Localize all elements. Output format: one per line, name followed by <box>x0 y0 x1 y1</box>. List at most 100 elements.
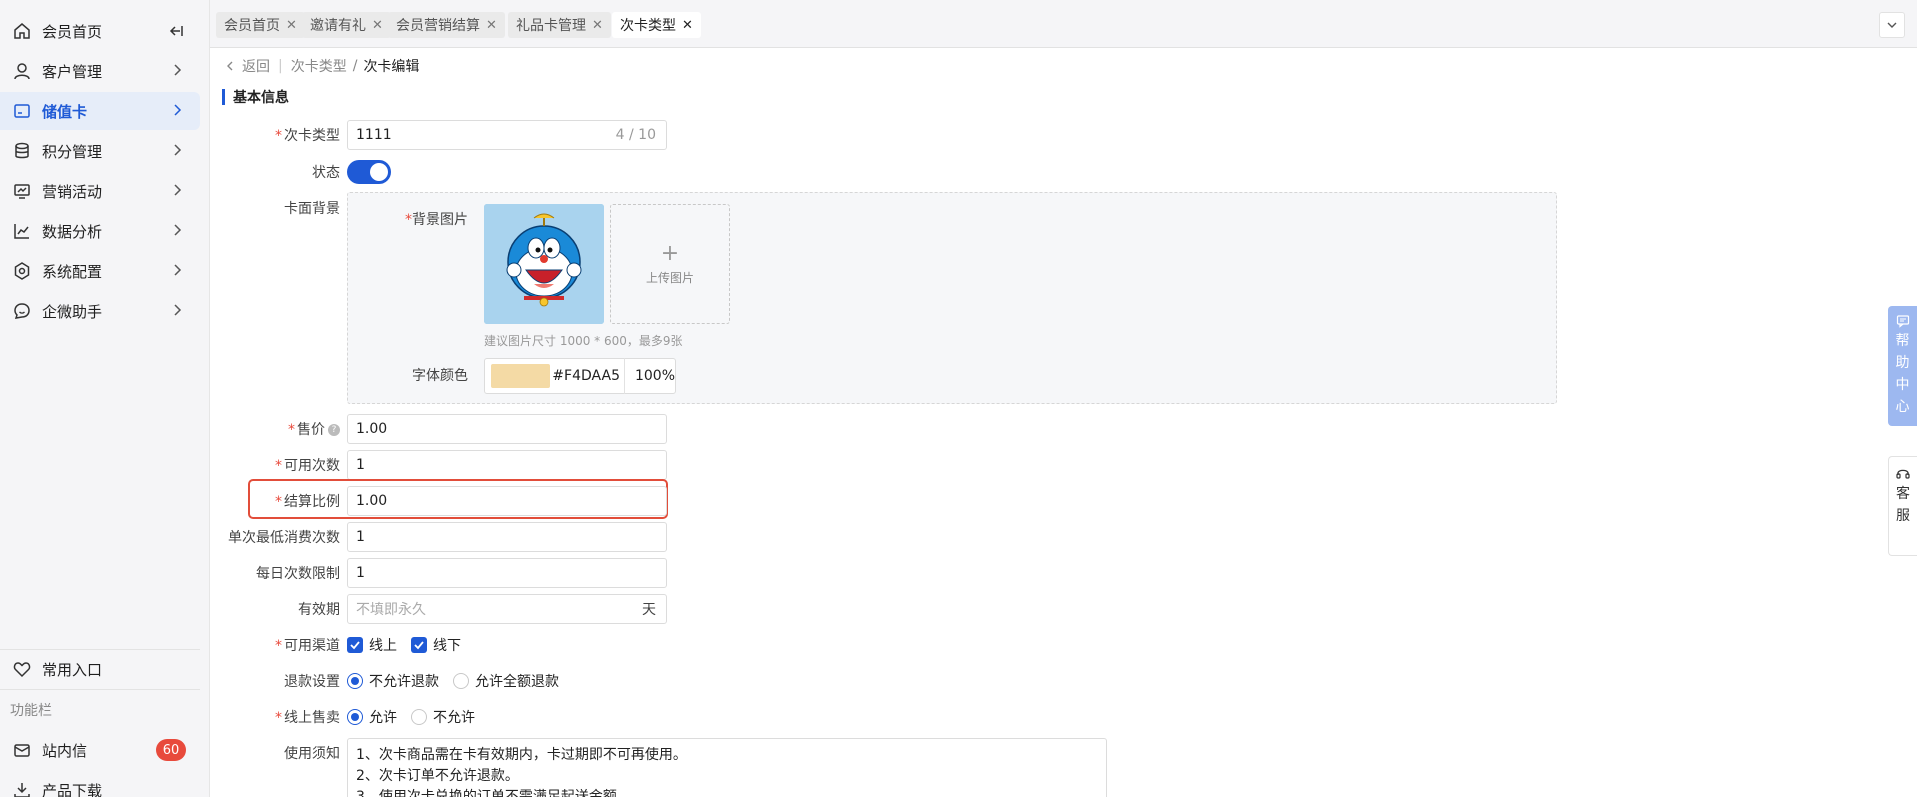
color-swatch[interactable] <box>491 364 551 388</box>
channel-online-checkbox[interactable]: 线上 <box>347 635 397 655</box>
online-sale-disallow-radio[interactable]: 不允许 <box>411 707 475 727</box>
inbox-badge: 60 <box>156 739 186 761</box>
tab-member-home[interactable]: 会员首页 ✕ <box>216 12 305 38</box>
sidebar-item-label: 站内信 <box>42 741 88 760</box>
settle-ratio-value: 1.00 <box>356 493 388 509</box>
close-icon[interactable]: ✕ <box>592 18 603 33</box>
min-uses-value: 1 <box>356 529 365 545</box>
sidebar-item-customers[interactable]: 客户管理 <box>0 52 200 90</box>
tab-label: 礼品卡管理 <box>516 18 586 34</box>
chat-icon <box>12 301 32 321</box>
online-sale-allow-radio[interactable]: 允许 <box>347 707 397 727</box>
sidebar-item-favorites[interactable]: 常用入口 <box>0 650 200 688</box>
card-type-input[interactable]: 1111 4 / 10 <box>347 120 667 150</box>
sidebar-item-marketing[interactable]: 营销活动 <box>0 172 200 210</box>
checkbox-checked-icon <box>411 637 427 653</box>
back-link[interactable]: 返回 <box>242 56 270 76</box>
tab-member-settlement[interactable]: 会员营销结算 ✕ <box>388 12 505 38</box>
validity-input[interactable]: 不填即永久 天 <box>347 594 667 624</box>
home-icon <box>12 21 32 41</box>
notes-label: 使用须知 <box>284 746 340 762</box>
message-icon <box>1896 315 1909 328</box>
close-icon[interactable]: ✕ <box>372 18 383 33</box>
settle-ratio-input[interactable]: 1.00 <box>347 486 667 516</box>
card-bg-panel: *背景图片 + 上传图片 建议图片尺寸 1000 * 600，最多9张 字体颜色… <box>347 192 1557 404</box>
collapse-sidebar-icon[interactable] <box>168 23 184 39</box>
section-label: 功能栏 <box>10 703 52 719</box>
notes-line: 3、使用次卡兑换的订单不需满足起送金额。 <box>356 789 631 797</box>
breadcrumb-parent[interactable]: 次卡类型 <box>291 56 347 76</box>
sidebar-item-label: 积分管理 <box>42 142 103 161</box>
notes-line: 2、次卡订单不允许退款。 <box>356 768 519 784</box>
headset-icon <box>1896 469 1910 479</box>
upload-image-button[interactable]: + 上传图片 <box>610 204 730 324</box>
breadcrumb: 返回 | 次卡类型 / 次卡编辑 <box>224 54 419 78</box>
close-icon[interactable]: ✕ <box>286 18 297 33</box>
tab-label: 次卡类型 <box>620 18 676 34</box>
section-title-text: 基本信息 <box>233 90 289 106</box>
daily-limit-input[interactable]: 1 <box>347 558 667 588</box>
daily-limit-label: 每日次数限制 <box>256 566 340 582</box>
card-type-value: 1111 <box>356 127 392 143</box>
channels-label: * 可用渠道 <box>275 638 340 654</box>
image-size-hint: 建议图片尺寸 1000 * 600，最多9张 <box>484 334 683 348</box>
sidebar-item-label: 常用入口 <box>42 660 103 679</box>
daily-limit-value: 1 <box>356 565 365 581</box>
chevron-down-icon <box>1887 22 1897 28</box>
tab-invite[interactable]: 邀请有礼 ✕ <box>302 12 391 38</box>
price-input[interactable]: 1.00 <box>347 414 667 444</box>
mail-icon <box>12 740 32 760</box>
sidebar: 会员首页 客户管理 储值卡 积分管理 营销活动 数据分析 系统配置 企微助手 常… <box>0 0 210 797</box>
sidebar-item-wecom[interactable]: 企微助手 <box>0 292 200 330</box>
main-content: 返回 | 次卡类型 / 次卡编辑 基本信息 * 次卡类型 1111 4 / 10 … <box>210 48 1917 797</box>
breadcrumb-divider: | <box>278 58 283 74</box>
uses-value: 1 <box>356 457 365 473</box>
validity-suffix: 天 <box>642 602 656 618</box>
sidebar-item-settings[interactable]: 系统配置 <box>0 252 200 290</box>
sidebar-item-label: 企微助手 <box>42 302 103 321</box>
help-center-button[interactable]: 帮 助 中 心 <box>1888 306 1917 426</box>
refund-disallow-radio[interactable]: 不允许退款 <box>347 671 439 691</box>
chevron-right-icon <box>174 144 182 156</box>
customer-service-button[interactable]: 客 服 <box>1888 456 1917 556</box>
sidebar-item-label: 系统配置 <box>42 262 103 281</box>
sidebar-item-label: 产品下载 <box>42 781 103 797</box>
sidebar-item-points[interactable]: 积分管理 <box>0 132 200 170</box>
sidebar-item-download[interactable]: 产品下载 <box>0 771 200 797</box>
breadcrumb-separator: / <box>352 58 358 74</box>
sidebar-item-analytics[interactable]: 数据分析 <box>0 212 200 250</box>
section-title: 基本信息 <box>222 88 289 106</box>
chevron-right-icon <box>174 64 182 76</box>
min-uses-input[interactable]: 1 <box>347 522 667 552</box>
sidebar-item-home[interactable]: 会员首页 <box>0 12 200 50</box>
color-alpha-value[interactable]: 100% <box>635 368 675 384</box>
close-icon[interactable]: ✕ <box>682 18 693 33</box>
refund-full-radio[interactable]: 允许全额退款 <box>453 671 559 691</box>
tab-card-type[interactable]: 次卡类型 ✕ <box>612 12 701 38</box>
validity-label: 有效期 <box>298 602 340 618</box>
refund-group: 不允许退款 允许全额退款 <box>347 671 573 691</box>
notes-textarea[interactable]: 1、次卡商品需在卡有效期内，卡过期即不可再使用。 2、次卡订单不允许退款。 3、… <box>347 738 1107 797</box>
online-sale-group: 允许 不允许 <box>347 707 489 727</box>
uses-label: * 可用次数 <box>275 458 340 474</box>
status-toggle[interactable] <box>347 160 391 184</box>
radio-selected-icon <box>347 673 363 689</box>
doraemon-image <box>484 204 604 324</box>
color-hex-value[interactable]: #F4DAA5 <box>552 368 620 384</box>
chevron-right-icon <box>174 264 182 276</box>
validity-placeholder: 不填即永久 <box>356 602 426 618</box>
price-label: * 售价? <box>210 419 340 439</box>
chevron-right-icon <box>174 184 182 196</box>
tab-gift-card[interactable]: 礼品卡管理 ✕ <box>508 12 611 38</box>
monitor-icon <box>12 181 32 201</box>
tab-label: 邀请有礼 <box>310 18 366 34</box>
font-color-picker[interactable]: #F4DAA5 100% <box>484 358 676 394</box>
bg-image-thumbnail[interactable] <box>484 204 604 324</box>
tab-dropdown-button[interactable] <box>1879 12 1905 38</box>
sidebar-item-label: 营销活动 <box>42 182 103 201</box>
close-icon[interactable]: ✕ <box>486 18 497 33</box>
channel-offline-checkbox[interactable]: 线下 <box>411 635 461 655</box>
sidebar-item-stored-card[interactable]: 储值卡 <box>0 92 200 130</box>
uses-input[interactable]: 1 <box>347 450 667 480</box>
sidebar-item-label: 客户管理 <box>42 62 103 81</box>
